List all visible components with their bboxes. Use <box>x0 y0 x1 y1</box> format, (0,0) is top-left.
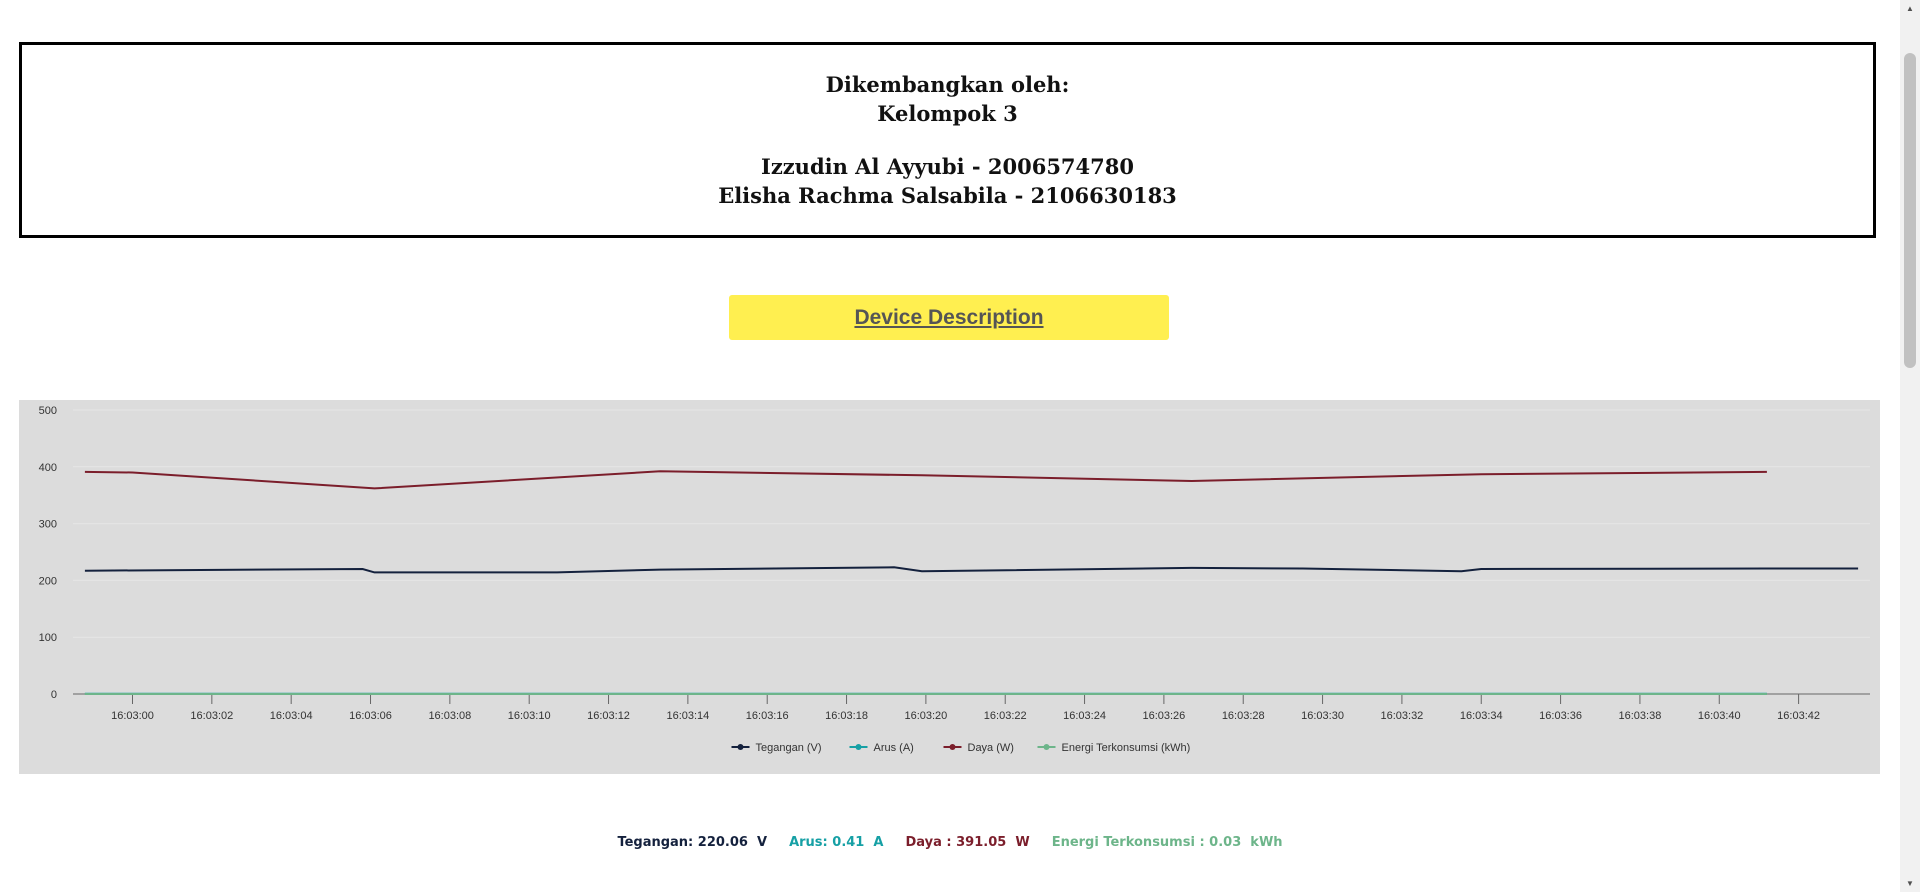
group-name: Kelompok 3 <box>877 101 1018 126</box>
x-tick-label: 16:03:36 <box>1539 710 1582 722</box>
live-readout: Tegangan: 220.06 V Arus: 0.41 A Daya : 3… <box>0 835 1900 850</box>
x-tick-label: 16:03:04 <box>270 710 313 722</box>
x-tick-label: 16:03:38 <box>1619 710 1662 722</box>
y-tick-label: 400 <box>39 462 57 474</box>
x-tick-label: 16:03:30 <box>1301 710 1344 722</box>
x-tick-label: 16:03:16 <box>746 710 789 722</box>
page-scrollbar[interactable]: ▲ ▼ <box>1900 0 1920 892</box>
x-tick-label: 16:03:14 <box>666 710 709 722</box>
y-tick-label: 300 <box>39 519 57 531</box>
legend-label: Energi Terkonsumsi (kWh) <box>1062 742 1191 754</box>
x-tick-label: 16:03:00 <box>111 710 154 722</box>
legend-label: Tegangan (V) <box>756 742 822 754</box>
legend-marker <box>737 744 744 750</box>
x-tick-label: 16:03:10 <box>508 710 551 722</box>
x-tick-label: 16:03:28 <box>1222 710 1265 722</box>
y-tick-label: 0 <box>51 689 57 701</box>
series-line-2 <box>84 470 1767 490</box>
readout-tegangan: Tegangan: 220.06 V <box>617 835 768 850</box>
scroll-down-arrow-icon[interactable]: ▼ <box>1900 875 1920 892</box>
x-tick-label: 16:03:40 <box>1698 710 1741 722</box>
sensor-line-chart: 0 100 200 300 400 500 16:03:00 16:03:02 16:03:04… <box>39 405 1870 754</box>
x-tick-label: 16:03:26 <box>1142 710 1185 722</box>
device-description-button[interactable]: Device Description <box>729 295 1169 340</box>
x-tick-label: 16:03:24 <box>1063 710 1106 722</box>
readout-daya: Daya : 391.05 W <box>905 835 1030 850</box>
sensor-chart-panel: 0 100 200 300 400 500 16:03:00 16:03:02 16:03:04… <box>19 400 1880 774</box>
legend-label: Daya (W) <box>968 742 1014 754</box>
x-tick-label: 16:03:08 <box>428 710 471 722</box>
y-tick-label: 500 <box>39 405 57 417</box>
readout-arus: Arus: 0.41 A <box>789 835 884 850</box>
y-tick-label: 200 <box>39 575 57 587</box>
x-tick-label: 16:03:34 <box>1460 710 1503 722</box>
member-1: Izzudin Al Ayyubi - 2006574780 <box>761 154 1134 179</box>
legend-label: Arus (A) <box>874 742 914 754</box>
x-tick-label: 16:03:22 <box>984 710 1027 722</box>
x-tick-label: 16:03:20 <box>904 710 947 722</box>
x-tick-label: 16:03:18 <box>825 710 868 722</box>
series-line-0 <box>84 566 1859 574</box>
x-tick-label: 16:03:02 <box>190 710 233 722</box>
x-tick-label: 16:03:32 <box>1380 710 1423 722</box>
credits-heading: Dikembangkan oleh: <box>825 72 1070 97</box>
member-2: Elisha Rachma Salsabila - 2106630183 <box>718 183 1177 208</box>
device-description-wrapper: Device Description <box>729 295 1169 340</box>
legend-marker <box>949 744 956 750</box>
x-tick-label: 16:03:42 <box>1777 710 1820 722</box>
scrollbar-thumb[interactable] <box>1904 53 1916 368</box>
legend-marker <box>1043 744 1050 750</box>
readout-energi: Energi Terkonsumsi : 0.03 kWh <box>1051 835 1283 850</box>
legend-marker <box>855 744 862 750</box>
x-tick-label: 16:03:12 <box>587 710 630 722</box>
y-tick-label: 100 <box>39 632 57 644</box>
x-tick-label: 16:03:06 <box>349 710 392 722</box>
credits-box: Dikembangkan oleh: Kelompok 3 Izzudin Al… <box>19 42 1876 238</box>
scroll-up-arrow-icon[interactable]: ▲ <box>1900 0 1920 17</box>
